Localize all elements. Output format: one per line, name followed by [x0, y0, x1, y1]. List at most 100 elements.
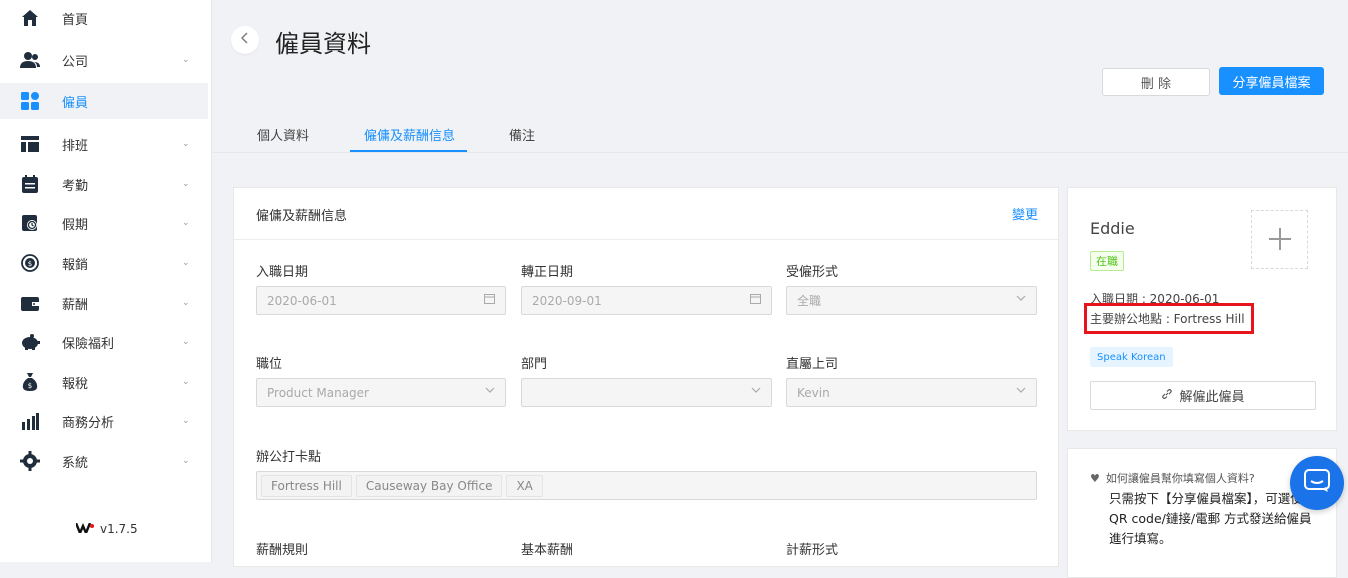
dashboard-icon — [20, 91, 40, 111]
chat-button[interactable] — [1290, 456, 1344, 510]
sidebar-item-analytics[interactable]: 商務分析 ⌄ — [0, 403, 208, 439]
employee-name: Eddie — [1090, 219, 1135, 238]
position-select[interactable]: Product Manager — [256, 378, 506, 407]
change-link[interactable]: 變更 — [1012, 204, 1038, 223]
dismiss-employee-button[interactable]: 解僱此僱員 — [1090, 381, 1316, 410]
position-label: 職位 — [256, 357, 283, 372]
sidebar-item-label: 報銷 — [62, 257, 89, 273]
position-value: Product Manager — [267, 385, 369, 400]
chevron-down-icon: ⌄ — [182, 139, 190, 149]
sidebar-item-reimburse[interactable]: $ 報銷 ⌄ — [0, 245, 208, 281]
sidebar-item-label: 考勤 — [62, 178, 89, 194]
confirm-date-input[interactable]: 2020-09-01 — [521, 286, 772, 315]
sidebar-item-payroll[interactable]: 薪酬 ⌄ — [0, 285, 208, 321]
location-tag: Causeway Bay Office — [355, 474, 503, 497]
join-date-label: 入職日期 — [256, 265, 309, 280]
chevron-left-icon — [240, 32, 250, 48]
delete-button[interactable]: 刪 除 — [1102, 68, 1210, 96]
department-select[interactable] — [521, 378, 772, 407]
tab-employment-salary[interactable]: 僱傭及薪酬信息 — [364, 125, 455, 144]
pay-type-label: 計薪形式 — [786, 543, 839, 558]
sidebar: 首頁 公司 ⌄ 僱員 排班 ⌄ 考勤 ⌄ 假期 ⌄ $ 報銷 ⌄ 薪酬 ⌄ 保險… — [0, 0, 212, 562]
sidebar-item-label: 保險福利 — [62, 336, 115, 352]
active-tab-indicator — [350, 150, 467, 152]
gear-icon — [20, 451, 40, 471]
sidebar-item-label: 薪酬 — [62, 297, 89, 313]
sidebar-item-employees[interactable]: 僱員 — [0, 83, 208, 119]
users-icon — [20, 50, 40, 70]
sidebar-item-label: 公司 — [62, 54, 89, 70]
sidebar-item-label: 報稅 — [62, 376, 89, 392]
sidebar-item-attendance[interactable]: 考勤 ⌄ — [0, 166, 208, 202]
main-content: 僱員資料 刪 除 分享僱員檔案 個人資料 僱傭及薪酬信息 備注 僱傭及薪酬信息 … — [213, 0, 1348, 578]
reimburse-icon: $ — [20, 253, 40, 273]
plus-icon — [1268, 221, 1292, 259]
calendar-icon — [750, 293, 761, 307]
upload-photo-button[interactable] — [1251, 210, 1308, 269]
skill-tag: Speak Korean — [1090, 347, 1173, 367]
sidebar-item-tax[interactable]: $ 報稅 ⌄ — [0, 364, 208, 400]
chevron-down-icon: ⌄ — [182, 416, 190, 426]
sidebar-item-schedule[interactable]: 排班 ⌄ — [0, 126, 208, 162]
sidebar-item-label: 僱員 — [62, 95, 89, 111]
profile-card: Eddie 在職 入職日期 : 2020-06-01 主要辦公地點 : Fort… — [1067, 187, 1337, 431]
attendance-icon — [20, 174, 40, 194]
employment-type-label: 受僱形式 — [786, 265, 839, 280]
supervisor-label: 直屬上司 — [786, 357, 839, 372]
chevron-down-icon — [485, 385, 495, 398]
share-employee-button[interactable]: 分享僱員檔案 — [1219, 67, 1324, 95]
help-question: ♥ 如何讓僱員幫你填寫個人資料? — [1090, 470, 1255, 486]
chevron-down-icon: ⌄ — [182, 337, 190, 347]
employment-card: 僱傭及薪酬信息 變更 入職日期 2020-06-01 轉正日期 2020-09-… — [233, 187, 1059, 567]
sidebar-item-insurance[interactable]: 保險福利 ⌄ — [0, 324, 208, 360]
help-answer: 只需按下【分享僱員檔案】，可選使用 QR code/鏈接/電郵 方式發送給僱員進… — [1109, 491, 1316, 546]
status-badge: 在職 — [1090, 251, 1124, 271]
location-tag: XA — [506, 474, 543, 497]
tab-personal[interactable]: 個人資料 — [257, 125, 309, 144]
chevron-down-icon — [751, 385, 761, 398]
sidebar-item-home[interactable]: 首頁 — [0, 0, 208, 36]
home-icon — [20, 8, 40, 28]
chevron-down-icon — [1016, 385, 1026, 398]
location-tag: Fortress Hill — [261, 474, 352, 497]
sidebar-item-label: 首頁 — [62, 12, 89, 28]
calendar-icon — [484, 293, 495, 307]
base-salary-label: 基本薪酬 — [521, 543, 574, 558]
salary-rule-label: 薪酬規則 — [256, 543, 309, 558]
join-date-input[interactable]: 2020-06-01 — [256, 286, 506, 315]
heart-icon: ♥ — [1090, 471, 1100, 485]
sidebar-item-leave[interactable]: 假期 ⌄ — [0, 205, 208, 241]
help-question-text: 如何讓僱員幫你填寫個人資料? — [1105, 472, 1255, 485]
chevron-down-icon: ⌄ — [182, 179, 190, 189]
clock-location-select[interactable]: Fortress Hill Causeway Bay Office XA — [256, 471, 1037, 500]
chevron-down-icon: ⌄ — [182, 456, 190, 466]
sidebar-item-system[interactable]: 系統 ⌄ — [0, 443, 208, 479]
version-info: v1.7.5 — [74, 522, 138, 537]
clock-location-label: 辦公打卡點 — [256, 450, 322, 465]
leave-icon — [20, 213, 40, 233]
link-icon — [1161, 388, 1173, 403]
wallet-icon — [20, 293, 40, 313]
brand-logo-icon — [74, 522, 94, 537]
highlight-box — [1084, 303, 1254, 334]
page-title: 僱員資料 — [275, 30, 371, 58]
piggy-bank-icon — [20, 332, 40, 352]
supervisor-select[interactable]: Kevin — [786, 378, 1037, 407]
svg-text:$: $ — [28, 382, 32, 390]
chevron-down-icon: ⌄ — [182, 55, 190, 65]
back-button[interactable] — [231, 26, 259, 54]
sidebar-item-company[interactable]: 公司 ⌄ — [0, 42, 208, 78]
sidebar-item-label: 商務分析 — [62, 415, 115, 431]
dismiss-label: 解僱此僱員 — [1179, 390, 1245, 405]
employment-type-select[interactable]: 全職 — [786, 286, 1037, 315]
tab-notes[interactable]: 備注 — [509, 125, 535, 144]
department-label: 部門 — [521, 357, 548, 372]
employment-type-value: 全職 — [797, 294, 822, 308]
bar-chart-icon — [20, 411, 40, 431]
chevron-down-icon: ⌄ — [182, 218, 190, 228]
money-bag-icon: $ — [20, 372, 40, 392]
svg-text:$: $ — [28, 260, 32, 268]
sidebar-item-label: 系統 — [62, 455, 89, 471]
calendar-grid-icon — [20, 134, 40, 154]
join-date-value: 2020-06-01 — [267, 293, 337, 308]
